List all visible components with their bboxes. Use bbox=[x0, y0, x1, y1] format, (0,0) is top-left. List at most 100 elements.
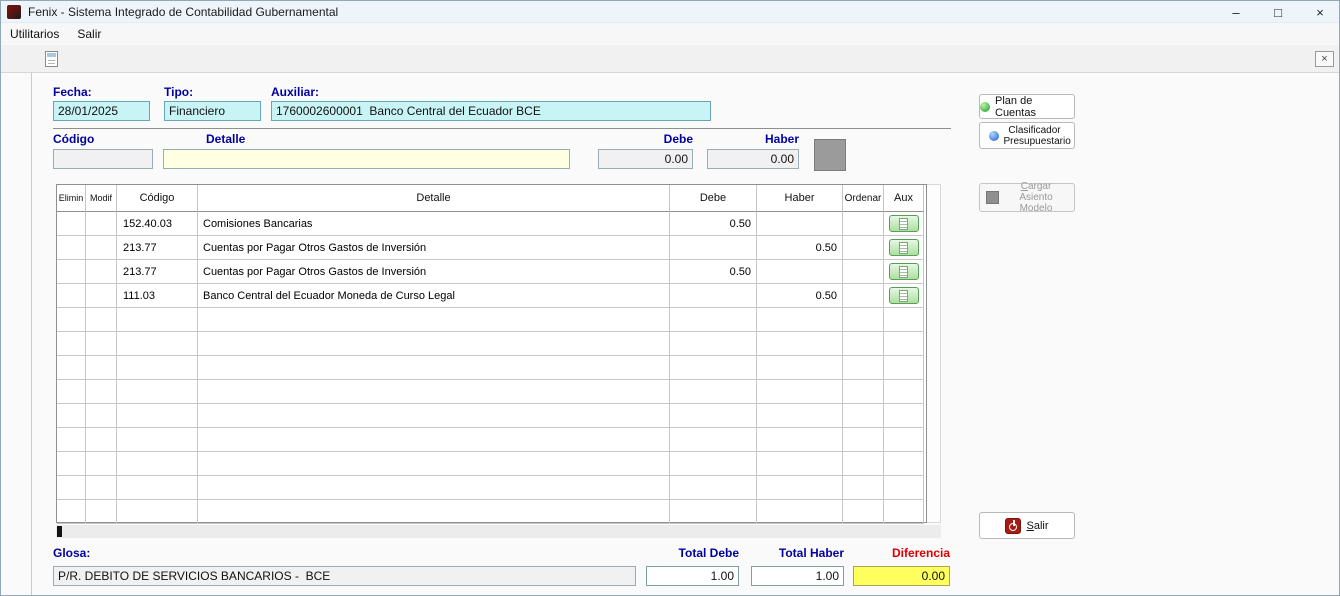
cell-ordenar[interactable] bbox=[843, 260, 884, 284]
table-row-empty bbox=[57, 452, 926, 476]
fecha-input[interactable] bbox=[53, 101, 150, 121]
total-haber-input bbox=[751, 566, 844, 586]
cell-ordenar[interactable] bbox=[843, 476, 884, 500]
cell-detalle: Comisiones Bancarias bbox=[198, 212, 670, 236]
cell-debe bbox=[670, 284, 757, 308]
document-icon bbox=[899, 242, 908, 254]
cell-elimin[interactable] bbox=[57, 380, 86, 404]
table-row-empty bbox=[57, 476, 926, 500]
cell-ordenar[interactable] bbox=[843, 332, 884, 356]
cell-ordenar[interactable] bbox=[843, 452, 884, 476]
tipo-input[interactable] bbox=[164, 101, 261, 121]
aux-button[interactable] bbox=[889, 215, 919, 232]
cell-haber bbox=[757, 380, 843, 404]
cell-haber bbox=[757, 260, 843, 284]
aux-button[interactable] bbox=[889, 263, 919, 280]
vertical-scrollbar[interactable] bbox=[927, 184, 941, 523]
cell-debe: 0.50 bbox=[670, 212, 757, 236]
total-haber-label: Total Haber bbox=[751, 546, 844, 560]
cell-ordenar[interactable] bbox=[843, 428, 884, 452]
cell-modif[interactable] bbox=[86, 476, 117, 500]
cell-elimin[interactable] bbox=[57, 308, 86, 332]
cell-elimin[interactable] bbox=[57, 500, 86, 524]
cell-ordenar[interactable] bbox=[843, 404, 884, 428]
cell-ordenar[interactable] bbox=[843, 212, 884, 236]
cell-modif[interactable] bbox=[86, 380, 117, 404]
cell-aux bbox=[884, 428, 924, 452]
cell-elimin[interactable] bbox=[57, 236, 86, 260]
cell-ordenar[interactable] bbox=[843, 500, 884, 524]
auxiliar-input[interactable] bbox=[271, 101, 711, 121]
menu-salir[interactable]: Salir bbox=[68, 23, 110, 45]
cell-elimin[interactable] bbox=[57, 260, 86, 284]
cell-codigo bbox=[117, 308, 198, 332]
cell-modif[interactable] bbox=[86, 452, 117, 476]
codigo-input[interactable] bbox=[53, 149, 153, 169]
table-row-empty bbox=[57, 380, 926, 404]
minimize-button[interactable]: – bbox=[1215, 1, 1257, 23]
plan-de-cuentas-label: Plan de Cuentas bbox=[995, 95, 1074, 119]
maximize-button[interactable]: □ bbox=[1257, 1, 1299, 23]
clasificador-presupuestario-button[interactable]: Clasificador Presupuestario bbox=[979, 122, 1075, 149]
cell-detalle bbox=[198, 308, 670, 332]
power-icon bbox=[1005, 518, 1021, 534]
cell-ordenar[interactable] bbox=[843, 356, 884, 380]
cell-elimin[interactable] bbox=[57, 332, 86, 356]
close-button[interactable]: × bbox=[1299, 1, 1340, 23]
cell-modif[interactable] bbox=[86, 260, 117, 284]
cell-aux bbox=[884, 404, 924, 428]
cell-aux bbox=[884, 332, 924, 356]
cell-modif[interactable] bbox=[86, 500, 117, 524]
cell-debe bbox=[670, 308, 757, 332]
horizontal-scrollbar[interactable] bbox=[56, 525, 941, 538]
cell-elimin[interactable] bbox=[57, 404, 86, 428]
cell-ordenar[interactable] bbox=[843, 236, 884, 260]
diferencia-input bbox=[853, 566, 950, 586]
aux-button[interactable] bbox=[889, 239, 919, 256]
menu-utilitarios[interactable]: Utilitarios bbox=[1, 23, 68, 45]
cell-aux bbox=[884, 380, 924, 404]
cell-haber bbox=[757, 476, 843, 500]
debe-input[interactable] bbox=[598, 149, 693, 169]
mdi-close-button[interactable]: × bbox=[1315, 51, 1334, 67]
cell-modif[interactable] bbox=[86, 236, 117, 260]
cell-codigo bbox=[117, 380, 198, 404]
cell-detalle: Cuentas por Pagar Otros Gastos de Invers… bbox=[198, 236, 670, 260]
cell-detalle bbox=[198, 428, 670, 452]
cell-elimin[interactable] bbox=[57, 452, 86, 476]
cell-aux bbox=[884, 260, 924, 284]
cell-aux bbox=[884, 212, 924, 236]
cell-elimin[interactable] bbox=[57, 476, 86, 500]
gray-square-button[interactable] bbox=[814, 139, 846, 171]
cell-detalle bbox=[198, 380, 670, 404]
cell-modif[interactable] bbox=[86, 404, 117, 428]
glosa-input[interactable] bbox=[53, 566, 636, 586]
cell-modif[interactable] bbox=[86, 212, 117, 236]
aux-button[interactable] bbox=[889, 287, 919, 304]
cell-elimin[interactable] bbox=[57, 284, 86, 308]
cell-detalle bbox=[198, 356, 670, 380]
cell-elimin[interactable] bbox=[57, 212, 86, 236]
cell-elimin[interactable] bbox=[57, 428, 86, 452]
cell-modif[interactable] bbox=[86, 308, 117, 332]
cell-modif[interactable] bbox=[86, 356, 117, 380]
plan-de-cuentas-button[interactable]: Plan de Cuentas bbox=[979, 94, 1075, 119]
cell-modif[interactable] bbox=[86, 332, 117, 356]
cell-aux bbox=[884, 308, 924, 332]
cell-codigo bbox=[117, 500, 198, 524]
glosa-label: Glosa: bbox=[53, 546, 90, 560]
table-row: 152.40.03Comisiones Bancarias0.50 bbox=[57, 212, 926, 236]
cell-ordenar[interactable] bbox=[843, 284, 884, 308]
haber-input[interactable] bbox=[707, 149, 799, 169]
detalle-input[interactable] bbox=[163, 149, 570, 169]
cell-ordenar[interactable] bbox=[843, 380, 884, 404]
salir-button[interactable]: Salir bbox=[979, 512, 1075, 539]
header-modif: Modif bbox=[86, 185, 117, 212]
cell-elimin[interactable] bbox=[57, 356, 86, 380]
scrollbar-thumb[interactable] bbox=[57, 526, 62, 537]
cell-modif[interactable] bbox=[86, 428, 117, 452]
cargar-asiento-modelo-button[interactable]: Cargar Asiento Modelo bbox=[979, 183, 1075, 212]
header-aux: Aux bbox=[884, 185, 924, 212]
cell-ordenar[interactable] bbox=[843, 308, 884, 332]
cell-modif[interactable] bbox=[86, 284, 117, 308]
